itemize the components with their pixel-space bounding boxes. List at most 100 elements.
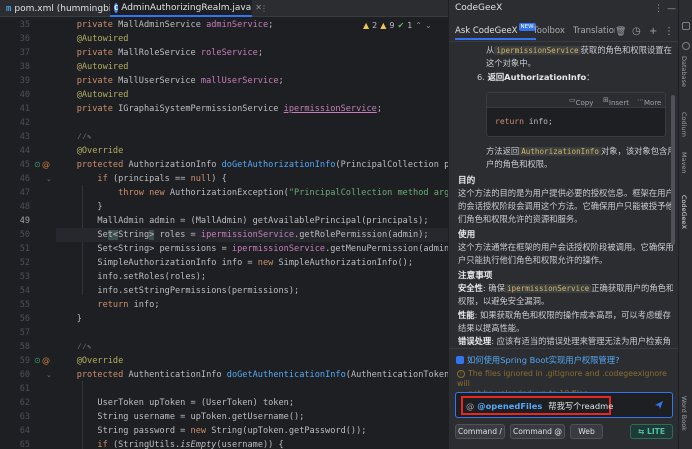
chat-scrollbar[interactable] <box>671 95 675 245</box>
tab-pom-xml[interactable]: m pom.xml (hummingbird) ✕ <box>2 0 135 17</box>
notice-text: The files ignored in .gitignore and .cod… <box>457 369 667 388</box>
text: 方法返回 <box>486 146 520 156</box>
chat-paragraph: 方法返回 AuthorizationInfo 对象，该对象包含用 <box>486 145 673 159</box>
line-number-gutter: 35 36 37 38 39 40 41 42 43 44 45 46 47 4… <box>0 17 56 449</box>
chat-paragraph: 户只能执行他们角色和权限允许的操作。 <box>458 255 608 265</box>
copy-label: Copy <box>575 99 594 107</box>
send-icon[interactable] <box>654 400 664 410</box>
opened-files-reference[interactable]: @openedFiles <box>477 401 542 411</box>
tab-admin-authorizing-realm[interactable]: C AdminAuthorizingRealm.java ✕ <box>110 0 262 17</box>
note-label: 错误处理 <box>458 336 492 346</box>
tab-label: AdminAuthorizingRealm.java <box>121 2 252 13</box>
code-line: private MallUserService mallUserService; <box>76 76 284 86</box>
line-number: 57 <box>19 328 30 338</box>
code-area[interactable]: private MallAdminService adminService; @… <box>56 17 448 449</box>
code-line: return info; <box>97 300 160 310</box>
line-number: 39 <box>19 76 30 86</box>
right-tool-strip: Database Codium Maven CodeGeeX Word Book <box>678 0 692 449</box>
chat-input-content[interactable]: @ @openedFiles 帮我写个readme <box>466 400 613 412</box>
codegeex-tool[interactable]: CodeGeeX <box>680 195 688 229</box>
chevron-down-icon[interactable]: ⌄ <box>425 21 432 30</box>
database-icon[interactable] <box>682 42 690 50</box>
code-editor[interactable]: m pom.xml (hummingbird) ✕ C AdminAuthori… <box>0 0 448 449</box>
code-line: info.setStringPermissions(permissions); <box>56 286 300 296</box>
chat-paragraph: 结果以提高性能。 <box>458 323 525 333</box>
tab-label: pom.xml (hummingbird) <box>14 3 125 14</box>
chat-paragraph: 这个方法的目的是为用户提供必要的授权信息。框架在用户 <box>458 188 673 198</box>
codeium-tool[interactable]: Codium <box>680 112 688 137</box>
lite-model-button[interactable]: ⇆ LITE <box>630 424 673 439</box>
tab-translation[interactable]: Translation <box>573 23 615 40</box>
line-number: 35 <box>19 20 30 30</box>
more-icon[interactable]: ⋮ <box>664 25 674 39</box>
line-number: 59 <box>19 356 30 366</box>
line-number: 44 <box>19 146 30 156</box>
trash-icon[interactable]: 🗑 <box>615 25 626 39</box>
code-line: String password = new String(upToken.get… <box>56 426 367 436</box>
chat-paragraph: 的会话授权阶段会调用这个方法。它确保用户只能被授予他 <box>458 201 673 211</box>
line-number: 64 <box>19 426 30 436</box>
fold-icon[interactable]: ⌄ <box>46 368 52 382</box>
database-tool[interactable]: Database <box>680 56 688 87</box>
chat-paragraph: 权限，以避免安全漏洞。 <box>458 296 550 306</box>
line-number: 58 <box>19 342 30 352</box>
chat-paragraph: 这个方法通常在框架的用户会话授权阶段被调用。它确保用 <box>458 242 673 252</box>
at-annotation-icon: @ <box>42 356 50 365</box>
chevron-up-icon[interactable]: ⌃ <box>415 21 422 30</box>
history-icon[interactable]: ◷ <box>632 25 641 39</box>
text: 对象，该对象包含用 <box>600 146 673 156</box>
command-slash-button[interactable]: Command / <box>455 424 505 439</box>
tab-toolbox[interactable]: Toolbox <box>533 23 565 40</box>
ignore-files-notice: i The files ignored in .gitignore and .co… <box>449 369 679 398</box>
notifications-icon[interactable] <box>682 22 690 30</box>
options-icon[interactable]: ⋮ <box>654 2 663 16</box>
line-number: 47 <box>19 188 30 198</box>
input-actions: Command / Command @ Web ⇆ LITE <box>455 424 675 440</box>
command-at-button[interactable]: Command @ <box>510 424 565 439</box>
warning-icon: ▲ <box>363 20 370 30</box>
chat-step: 6. 返回AuthorizationInfo： <box>477 71 594 84</box>
step-number: 6. <box>477 72 485 82</box>
more-button[interactable]: ⋯ More <box>637 96 661 107</box>
tab-ask-codegeex[interactable]: Ask CodeGeeX NEW <box>455 23 536 40</box>
copy-button[interactable]: ▭ Copy <box>569 96 593 107</box>
code-line: @Override <box>76 356 124 366</box>
tabs-overflow-icon[interactable]: ⋮ <box>256 0 268 17</box>
code-chip: AuthorizationInfo <box>519 147 601 156</box>
code-text: info; <box>523 117 553 126</box>
minimize-icon[interactable]: — <box>667 2 676 16</box>
insert-button[interactable]: ⊞ Insert <box>603 96 629 107</box>
code-snippet-block: ▭ Copy ⊞ Insert ⋯ More return info; <box>486 92 666 137</box>
suggested-question[interactable]: 如何使用Spring Boot实现用户权限管理? <box>449 348 679 370</box>
note-label: 安全性 <box>458 283 483 293</box>
plus-icon[interactable]: + <box>649 25 657 39</box>
check-icon: ✔ <box>397 20 405 30</box>
chat-input[interactable]: @ @openedFiles 帮我写个readme <box>455 392 673 418</box>
code-line-current: Set<String> roles = ipermissionService.g… <box>56 228 448 242</box>
codegeex-panel: CodeGeeX Ask CodeGeeX NEW Toolbox Transla… <box>448 0 679 449</box>
fold-icon[interactable]: ⌄ <box>46 172 52 186</box>
text: ： <box>586 72 595 82</box>
code-line: } <box>56 314 82 324</box>
step-label: 返回AuthorizationInfo <box>487 72 587 82</box>
line-number: 51 <box>19 244 30 254</box>
line-number: 50 <box>19 230 30 240</box>
more-label: More <box>644 99 662 107</box>
web-button[interactable]: Web <box>570 424 603 439</box>
code-line: SimpleAuthorizationInfo info = new Simpl… <box>56 258 414 268</box>
java-class-icon: C <box>114 2 119 13</box>
maven-file-icon: m <box>6 3 12 14</box>
line-number: 36 <box>19 34 30 44</box>
inspection-widget[interactable]: ▲ 2 ▲ 9 ✔ 1 ⌃ ⌄ <box>360 18 435 32</box>
maven-tool[interactable]: Maven <box>680 152 688 174</box>
code-line: ⁄⁄✎ <box>56 132 92 142</box>
code-line: ⁄⁄✎ <box>56 342 92 352</box>
code-line: protected AuthenticationInfo doGetAuthen… <box>76 370 448 380</box>
weak-warning-count: 9 <box>389 20 395 30</box>
ok-count: 1 <box>407 20 413 30</box>
section-heading: 注意事项 <box>458 271 493 281</box>
weak-warning-icon: ▲ <box>380 20 387 30</box>
word-book-tool[interactable]: Word Book <box>680 396 688 431</box>
insert-label: Insert <box>608 99 629 107</box>
